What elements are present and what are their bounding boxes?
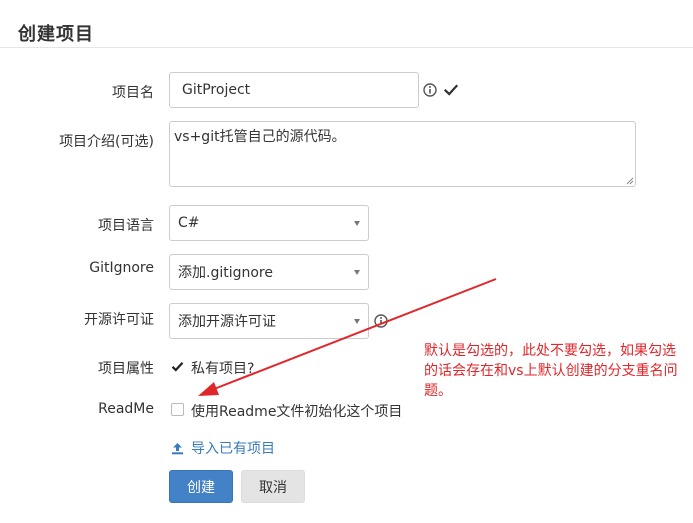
annotation-note: 默认是勾选的，此处不要勾选，如果勾选的话会存在和vs上默认创建的分支重名问题。 [424, 343, 678, 399]
private-project-label: 私有项目? [191, 361, 255, 377]
project-language-select[interactable]: C# [169, 205, 369, 241]
project-description-label: 项目介绍(可选) [59, 134, 154, 150]
project-description-textarea[interactable]: vs+git托管自己的源代码。 [169, 121, 636, 187]
license-label: 开源许可证 [84, 312, 154, 328]
gitignore-select[interactable]: 添加.gitignore [169, 254, 369, 290]
chevron-down-icon [354, 270, 360, 275]
license-select[interactable]: 添加开源许可证 [169, 303, 369, 339]
info-icon[interactable] [374, 314, 388, 328]
gitignore-value: 添加.gitignore [178, 265, 273, 281]
valid-check-icon [444, 84, 458, 96]
gitignore-label: GitIgnore [89, 260, 154, 276]
project-description-wrapper: vs+git托管自己的源代码。 [169, 121, 636, 187]
project-language-label: 项目语言 [98, 218, 154, 234]
readme-init-checkbox[interactable] [171, 403, 184, 416]
info-icon[interactable] [423, 83, 437, 97]
project-name-input[interactable] [169, 72, 419, 108]
import-project-label: 导入已有项目 [191, 441, 275, 457]
cancel-button[interactable]: 取消 [241, 470, 305, 503]
readme-label: ReadMe [98, 401, 154, 417]
project-name-label: 项目名 [112, 85, 154, 101]
chevron-down-icon [354, 319, 360, 324]
chevron-down-icon [354, 221, 360, 226]
license-value: 添加开源许可证 [178, 314, 276, 330]
import-project-link[interactable]: 导入已有项目 [171, 438, 275, 458]
title-divider [0, 47, 693, 48]
readme-init-label: 使用Readme文件初始化这个项目 [191, 404, 403, 420]
project-language-value: C# [178, 215, 200, 231]
private-project-checkbox[interactable] [171, 360, 184, 373]
create-button[interactable]: 创建 [169, 470, 233, 503]
page-title: 创建项目 [18, 24, 94, 45]
upload-icon [172, 442, 183, 454]
project-attributes-label: 项目属性 [98, 361, 154, 377]
